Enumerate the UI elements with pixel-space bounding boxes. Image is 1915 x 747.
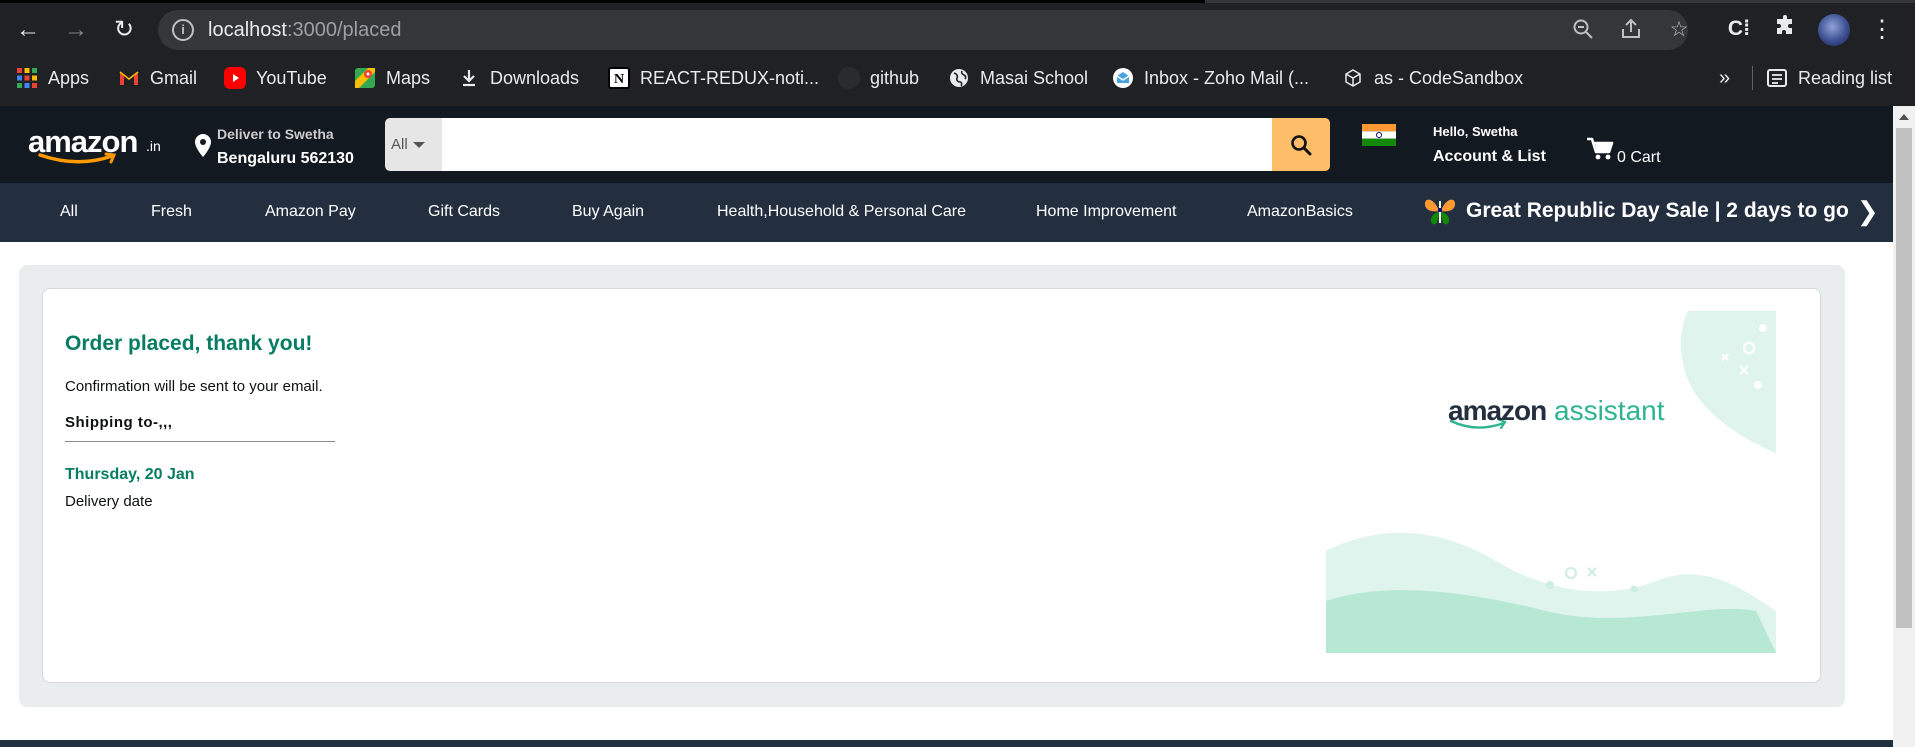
shipping-divider (65, 441, 335, 442)
zoom-out-icon[interactable] (1570, 17, 1596, 43)
assistant-brand: amazon (1448, 395, 1547, 426)
url-host: localhost (208, 19, 287, 41)
scrollbar-thumb[interactable] (1896, 128, 1912, 628)
order-placed-title: Order placed, thank you! (65, 332, 313, 355)
bookmark-label: Downloads (490, 67, 580, 88)
gmail-icon (118, 67, 140, 89)
scroll-up-arrow-icon[interactable] (1899, 114, 1909, 120)
active-tab-indicator (0, 0, 1205, 3)
bookmark-maps[interactable]: Maps (354, 66, 430, 90)
subnav-item-gift-cards[interactable]: Gift Cards (428, 203, 500, 221)
republic-day-sale-banner[interactable]: Great Republic Day Sale | 2 days to go ❯ (1422, 196, 1879, 226)
bookmark-codesandbox[interactable]: as - CodeSandbox (1342, 66, 1523, 90)
bookmark-label: REACT-REDUX-noti... (640, 67, 820, 88)
reading-list-label: Reading list (1798, 67, 1893, 88)
cart-label[interactable]: 0 Cart (1617, 149, 1661, 167)
cart-icon[interactable] (1586, 136, 1614, 162)
puzzle-icon[interactable] (1770, 14, 1800, 44)
reading-list-icon (1766, 67, 1788, 89)
subnav-item-health-household[interactable]: Health,Household & Personal Care (717, 203, 966, 221)
chevron-right-icon[interactable]: ❯ (1857, 196, 1879, 227)
footer-band (0, 740, 1893, 747)
globe-icon (948, 67, 970, 89)
site-info-icon[interactable]: i (172, 19, 194, 41)
bookmark-gmail[interactable]: Gmail (118, 66, 197, 90)
bookmark-react-redux[interactable]: N REACT-REDUX-noti... (608, 66, 819, 90)
notion-icon: N (608, 67, 630, 89)
subnav-item-amazonbasics[interactable]: AmazonBasics (1247, 203, 1353, 221)
deliver-location[interactable]: Bengaluru 562130 (217, 150, 354, 168)
bookmark-downloads[interactable]: Downloads (458, 66, 579, 90)
bookmark-label: as - CodeSandbox (1374, 67, 1524, 88)
amazon-assistant-banner[interactable]: amazon assistant (1326, 311, 1776, 653)
bookmark-label: Apps (48, 67, 90, 88)
bookmark-label: YouTube (256, 67, 327, 88)
tab-strip (0, 0, 1915, 3)
deliver-to-label[interactable]: Deliver to Swetha (217, 126, 334, 142)
zoho-mail-icon (1112, 67, 1134, 89)
profile-avatar[interactable] (1818, 14, 1850, 46)
bookmark-label: Masai School (980, 67, 1089, 88)
sale-banner-text: Great Republic Day Sale | 2 days to go (1466, 199, 1849, 222)
share-icon[interactable] (1618, 17, 1644, 43)
reload-icon[interactable]: ↻ (108, 14, 140, 46)
bookmark-zoho-mail[interactable]: Inbox - Zoho Mail (... (1112, 66, 1309, 90)
caret-down-icon (412, 142, 425, 149)
shipping-to-label: Shipping to-,,, (65, 414, 173, 431)
youtube-icon (224, 67, 246, 89)
butterfly-icon (1424, 199, 1456, 225)
subnav-item-fresh[interactable]: Fresh (151, 203, 192, 221)
search-category-select[interactable]: All (385, 118, 442, 171)
bookmark-label: Inbox - Zoho Mail (... (1144, 67, 1310, 88)
location-pin-icon[interactable] (193, 133, 213, 159)
account-greeting[interactable]: Hello, Swetha (1433, 124, 1518, 139)
assistant-illustration (1326, 311, 1776, 653)
back-icon[interactable]: ← (12, 14, 44, 46)
star-icon[interactable]: ☆ (1666, 17, 1692, 43)
bookmarks-overflow-button[interactable]: » (1719, 66, 1730, 90)
search-category-value: All (391, 136, 408, 153)
subnav-item-home-improvement[interactable]: Home Improvement (1036, 203, 1177, 221)
subnav-item-buy-again[interactable]: Buy Again (572, 203, 644, 221)
address-bar[interactable]: i localhost:3000/placed ☆ (158, 10, 1688, 50)
search-icon (1291, 134, 1312, 155)
codesandbox-icon (1342, 67, 1364, 89)
subnav-item-all[interactable]: All (60, 203, 78, 221)
extension-c-icon[interactable]: C⁞ (1724, 14, 1754, 44)
apps-grid-icon (16, 67, 38, 89)
bookmark-label: Gmail (150, 67, 198, 88)
amazon-logo-suffix: .in (146, 138, 161, 154)
url-path: :3000/placed (286, 19, 402, 41)
subnav-item-amazon-pay[interactable]: Amazon Pay (265, 203, 356, 221)
forward-icon[interactable]: → (60, 14, 92, 46)
search-button[interactable] (1272, 118, 1330, 171)
bookmark-github[interactable]: github (838, 66, 919, 90)
bookmarks-bar: Apps Gmail YouTube Maps Downloads N REACT… (0, 58, 1915, 98)
assistant-product: assistant (1554, 395, 1665, 426)
delivery-date-value: Thursday, 20 Jan (65, 466, 195, 483)
india-flag-icon[interactable] (1362, 124, 1396, 146)
reading-list-button[interactable]: Reading list (1766, 66, 1892, 90)
account-and-list[interactable]: Account & List (1433, 148, 1546, 166)
bookmark-youtube[interactable]: YouTube (224, 66, 327, 90)
bookmark-masai-school[interactable]: Masai School (948, 66, 1088, 90)
search-input[interactable] (442, 118, 1272, 171)
address-url[interactable]: localhost:3000/placed (208, 19, 401, 42)
confirmation-message: Confirmation will be sent to your email. (65, 378, 323, 395)
bookmark-label: github (870, 67, 920, 88)
github-icon (838, 67, 860, 89)
download-icon (458, 67, 480, 89)
bookmarks-divider (1752, 66, 1753, 90)
delivery-date-label: Delivery date (65, 493, 153, 510)
more-menu-icon[interactable]: ⋮ (1870, 14, 1894, 46)
bookmark-apps[interactable]: Apps (16, 66, 89, 90)
bookmark-label: Maps (386, 67, 431, 88)
maps-icon (354, 67, 376, 89)
amazon-smile-icon (38, 152, 117, 164)
